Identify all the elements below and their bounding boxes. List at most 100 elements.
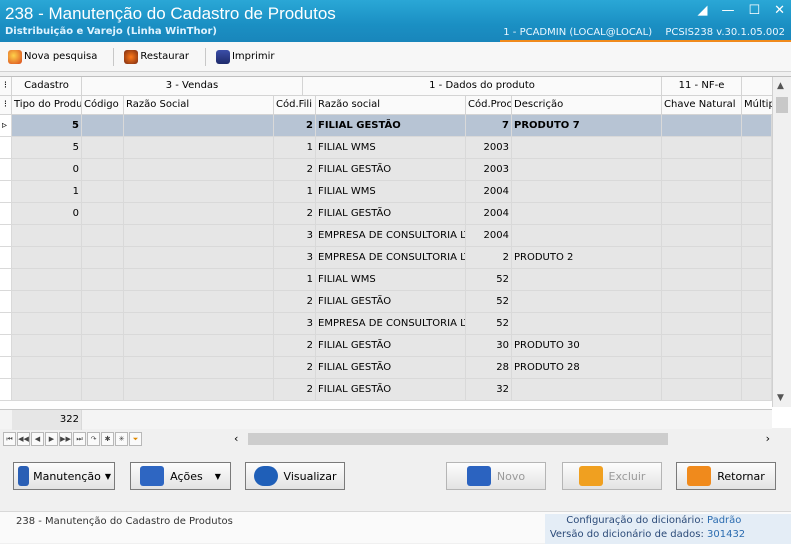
cell-chave-natural[interactable] [662,203,742,225]
cell-razao-social-filial[interactable]: FILIAL WMS [316,181,466,203]
cell-cod-produto[interactable]: 2 [466,247,512,269]
col-codigo[interactable]: Código [82,96,124,115]
cell-razao-social-filial[interactable]: FILIAL WMS [316,137,466,159]
cell-tipo-produto[interactable]: 1 [12,181,82,203]
cell-razao-social[interactable] [124,357,274,379]
cell-codigo[interactable] [82,225,124,247]
new-search-button[interactable]: Nova pesquisa [6,46,99,68]
cell-tipo-produto[interactable] [12,225,82,247]
cell-razao-social[interactable] [124,159,274,181]
cell-razao-social[interactable] [124,379,274,401]
cell-codigo[interactable] [82,203,124,225]
cell-multiplo[interactable] [742,159,772,181]
print-button[interactable]: Imprimir [214,46,277,68]
band-nfe[interactable]: 11 - NF-e [662,77,742,96]
table-row[interactable]: 2 FILIAL GESTÃO 30 PRODUTO 30 [0,335,772,357]
cell-razao-social-filial[interactable]: EMPRESA DE CONSULTORIA LTDA [316,225,466,247]
cell-cod-produto[interactable]: 2003 [466,159,512,181]
column-chooser-icon[interactable]: ⁝ [0,77,12,96]
cell-cod-produto[interactable]: 52 [466,291,512,313]
row-indicator[interactable] [0,269,12,291]
cell-tipo-produto[interactable]: 5 [12,115,82,137]
cell-codigo[interactable] [82,291,124,313]
retornar-button[interactable]: Retornar [676,462,776,490]
cell-codigo[interactable] [82,313,124,335]
scroll-thumb[interactable] [776,97,788,113]
cell-tipo-produto[interactable] [12,379,82,401]
cell-multiplo[interactable] [742,291,772,313]
cell-razao-social[interactable] [124,203,274,225]
row-indicator[interactable] [0,357,12,379]
scroll-right-icon[interactable]: › [766,432,770,445]
cell-codigo[interactable] [82,137,124,159]
cell-descricao[interactable]: PRODUTO 7 [512,115,662,137]
cell-cod-produto[interactable]: 2004 [466,225,512,247]
cell-multiplo[interactable] [742,379,772,401]
cell-codigo[interactable] [82,115,124,137]
cell-chave-natural[interactable] [662,313,742,335]
table-row[interactable]: 2 FILIAL GESTÃO 32 [0,379,772,401]
cell-cod-filial[interactable]: 3 [274,247,316,269]
cell-cod-filial[interactable]: 2 [274,379,316,401]
cell-chave-natural[interactable] [662,159,742,181]
cell-cod-filial[interactable]: 2 [274,115,316,137]
cell-razao-social[interactable] [124,181,274,203]
cell-chave-natural[interactable] [662,137,742,159]
cell-razao-social[interactable] [124,247,274,269]
restore-button[interactable]: Restaurar [122,46,191,68]
cell-tipo-produto[interactable]: 0 [12,159,82,181]
table-row[interactable]: 2 FILIAL GESTÃO 28 PRODUTO 28 [0,357,772,379]
cell-cod-filial[interactable]: 2 [274,203,316,225]
cell-descricao[interactable]: PRODUTO 28 [512,357,662,379]
cell-chave-natural[interactable] [662,225,742,247]
cell-cod-filial[interactable]: 3 [274,225,316,247]
cell-razao-social-filial[interactable]: FILIAL GESTÃO [316,291,466,313]
goto-bookmark-icon[interactable]: ✳ [115,432,128,446]
row-indicator[interactable] [0,247,12,269]
cell-cod-filial[interactable]: 1 [274,137,316,159]
table-row[interactable]: 1 FILIAL WMS 52 [0,269,772,291]
cell-razao-social[interactable] [124,115,274,137]
last-record-icon[interactable]: ⏭ [73,432,86,446]
cell-descricao[interactable] [512,269,662,291]
close-icon[interactable]: ✕ [774,3,785,18]
cell-codigo[interactable] [82,379,124,401]
row-indicator[interactable] [0,137,12,159]
cell-descricao[interactable] [512,313,662,335]
cell-codigo[interactable] [82,335,124,357]
dropdown-arrow-icon[interactable]: ▼ [105,472,111,481]
cell-tipo-produto[interactable] [12,335,82,357]
cell-cod-produto[interactable]: 7 [466,115,512,137]
table-row[interactable]: 2 FILIAL GESTÃO 52 [0,291,772,313]
row-indicator[interactable] [0,225,12,247]
cell-multiplo[interactable] [742,269,772,291]
cell-cod-produto[interactable]: 2003 [466,137,512,159]
row-indicator[interactable] [0,335,12,357]
cell-descricao[interactable]: PRODUTO 30 [512,335,662,357]
visualizar-button[interactable]: Visualizar [245,462,345,490]
row-indicator[interactable] [0,159,12,181]
cell-razao-social-filial[interactable]: EMPRESA DE CONSULTORIA LTDA [316,247,466,269]
cell-cod-produto[interactable]: 2004 [466,203,512,225]
refresh-icon[interactable]: ↷ [87,432,100,446]
table-row[interactable]: 5 1 FILIAL WMS 2003 [0,137,772,159]
cell-chave-natural[interactable] [662,247,742,269]
cell-cod-produto[interactable]: 2004 [466,181,512,203]
cell-tipo-produto[interactable]: 5 [12,137,82,159]
band-cadastro[interactable]: Cadastro [12,77,82,96]
cell-cod-produto[interactable]: 30 [466,335,512,357]
col-cod-filial[interactable]: Cód.Fili [274,96,316,115]
cell-cod-filial[interactable]: 1 [274,269,316,291]
bookmark-icon[interactable]: ✱ [101,432,114,446]
cell-multiplo[interactable] [742,203,772,225]
cell-razao-social-filial[interactable]: FILIAL GESTÃO [316,357,466,379]
cell-chave-natural[interactable] [662,291,742,313]
cell-tipo-produto[interactable] [12,291,82,313]
cell-chave-natural[interactable] [662,269,742,291]
row-indicator[interactable] [0,181,12,203]
table-row[interactable]: 0 2 FILIAL GESTÃO 2004 [0,203,772,225]
cell-descricao[interactable] [512,159,662,181]
cell-razao-social-filial[interactable]: FILIAL GESTÃO [316,203,466,225]
scroll-up-icon[interactable]: ▲ [777,81,784,91]
cell-codigo[interactable] [82,357,124,379]
